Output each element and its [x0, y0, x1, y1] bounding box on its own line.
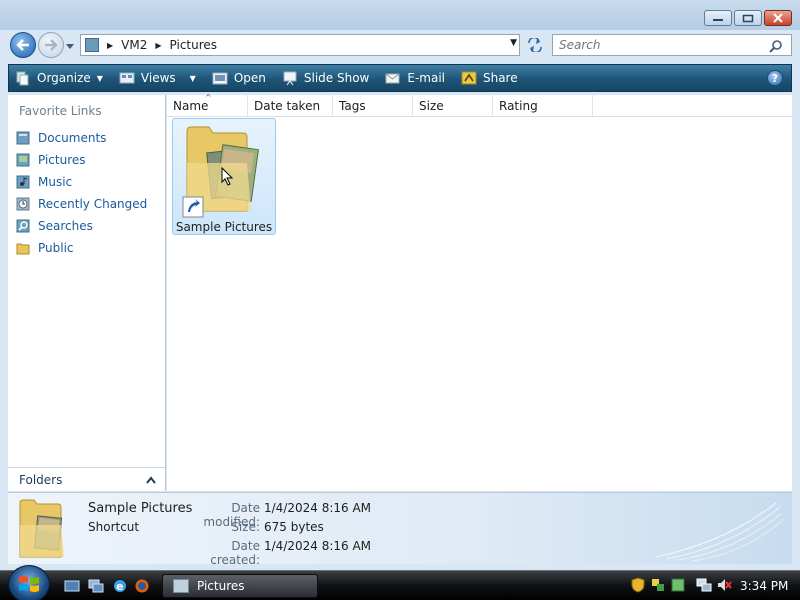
mouse-cursor-icon: [221, 167, 234, 186]
folder-item-sample-pictures[interactable]: Sample Pictures: [172, 118, 276, 235]
open-button[interactable]: Open: [206, 65, 272, 91]
network-icon[interactable]: [696, 577, 712, 593]
folder-item-label: Sample Pictures: [175, 220, 273, 234]
column-header-date-taken[interactable]: Date taken: [248, 95, 333, 117]
search-input[interactable]: [553, 35, 753, 55]
internet-explorer-icon[interactable]: e: [112, 578, 128, 594]
slideshow-button[interactable]: Slide Show: [276, 65, 375, 91]
search-icon[interactable]: [769, 39, 783, 56]
share-button[interactable]: Share: [455, 65, 524, 91]
views-icon: [119, 70, 135, 86]
chevron-up-icon[interactable]: [145, 474, 157, 488]
nav-item-public[interactable]: Public: [16, 237, 147, 259]
favorite-links-list: Documents Pictures Music Recently Change…: [16, 127, 147, 259]
start-button[interactable]: [8, 565, 50, 600]
title-bar: [0, 0, 800, 30]
breadcrumb-vm2[interactable]: ▶ VM2: [107, 38, 147, 52]
refresh-button[interactable]: [524, 36, 546, 54]
navigation-pane: Favorite Links Documents Pictures Music …: [8, 95, 166, 491]
organize-button[interactable]: Organize ▼: [9, 65, 109, 91]
recent-pages-dropdown-icon[interactable]: [65, 40, 75, 54]
taskbar-button-pictures[interactable]: Pictures: [162, 574, 318, 598]
system-tray: [630, 577, 732, 593]
chevron-down-icon: ▼: [96, 73, 103, 83]
column-header-rating[interactable]: Rating: [493, 95, 593, 117]
nav-item-searches[interactable]: Searches: [16, 215, 147, 237]
column-header-size[interactable]: Size: [413, 95, 493, 117]
column-header-row: ^ Name Date taken Tags Size Rating: [167, 93, 792, 117]
forward-button[interactable]: [38, 32, 64, 58]
back-button[interactable]: [10, 32, 36, 58]
searches-icon: [16, 219, 30, 233]
volume-muted-icon[interactable]: [716, 577, 732, 593]
open-icon: [212, 70, 228, 86]
svg-text:e: e: [116, 580, 123, 593]
taskbar-clock[interactable]: 3:34 PM: [740, 579, 788, 593]
command-bar: Organize ▼ Views ▼ Open Slide Show E-mai…: [8, 64, 792, 92]
recent-icon: [16, 197, 30, 211]
email-button[interactable]: E-mail: [379, 65, 451, 91]
details-row: Date modified: 1/4/2024 8:16 AM: [203, 501, 372, 529]
windows-logo-icon: [19, 576, 39, 592]
explorer-window: ▶ VM2 ▶ Pictures ▼ Organize ▼: [0, 0, 800, 570]
details-pane: Sample Pictures Shortcut Date modified: …: [8, 492, 792, 567]
help-button[interactable]: ?: [767, 70, 783, 86]
address-bar[interactable]: ▶ VM2 ▶ Pictures ▼: [80, 34, 520, 56]
pictures-icon: [16, 153, 30, 167]
computer-folder-icon: [85, 38, 99, 52]
folders-toggle[interactable]: Folders: [8, 467, 165, 491]
folder-icon: [16, 241, 30, 255]
nav-item-music[interactable]: Music: [16, 171, 147, 193]
search-box[interactable]: [552, 34, 792, 56]
minimize-button[interactable]: [704, 10, 732, 26]
windows-update-icon[interactable]: [670, 577, 686, 593]
details-row: Size: 675 bytes: [231, 520, 324, 534]
nav-item-pictures[interactable]: Pictures: [16, 149, 147, 171]
favorite-links-heading: Favorite Links: [19, 104, 102, 118]
views-button[interactable]: Views ▼: [113, 65, 202, 91]
security-shield-icon[interactable]: [630, 577, 646, 593]
close-button[interactable]: [764, 10, 792, 26]
details-properties: Date modified: 1/4/2024 8:16 AM Size: 67…: [184, 501, 372, 567]
address-dropdown-icon[interactable]: ▼: [510, 38, 517, 48]
slideshow-icon: [282, 70, 298, 86]
music-icon: [16, 175, 30, 189]
taskbar: e Pictures 3:34 PM: [0, 565, 800, 600]
column-header-name[interactable]: ^ Name: [167, 93, 248, 117]
breadcrumb-arrow-icon: ▶: [107, 40, 114, 50]
chevron-down-icon[interactable]: ▼: [190, 74, 196, 83]
decorative-swoosh: [656, 502, 785, 561]
column-header-tags[interactable]: Tags: [333, 95, 413, 117]
breadcrumb-arrow-icon: ▶: [155, 40, 162, 50]
share-icon: [461, 70, 477, 86]
breadcrumb-pictures[interactable]: ▶ Pictures: [155, 38, 217, 52]
sort-ascending-icon: ^: [205, 93, 212, 102]
maximize-button[interactable]: [734, 10, 762, 26]
firefox-icon[interactable]: [134, 578, 150, 594]
show-desktop-icon[interactable]: [64, 578, 80, 594]
file-list-pane: ^ Name Date taken Tags Size Rating Sampl…: [167, 93, 792, 491]
documents-icon: [16, 131, 30, 145]
nav-item-recently-changed[interactable]: Recently Changed: [16, 193, 147, 215]
details-item-name: Sample Pictures: [88, 501, 193, 516]
nav-item-documents[interactable]: Documents: [16, 127, 147, 149]
address-row: ▶ VM2 ▶ Pictures ▼: [0, 30, 800, 60]
details-item-type: Shortcut: [88, 520, 140, 534]
details-row: Date created: 1/4/2024 8:16 AM: [210, 539, 372, 567]
explorer-window-icon: [173, 579, 189, 593]
email-icon: [385, 70, 401, 86]
switch-windows-icon[interactable]: [88, 578, 104, 594]
folder-thumbnail-icon: [19, 499, 64, 558]
organize-icon: [15, 70, 31, 86]
security-center-icon[interactable]: [650, 577, 666, 593]
